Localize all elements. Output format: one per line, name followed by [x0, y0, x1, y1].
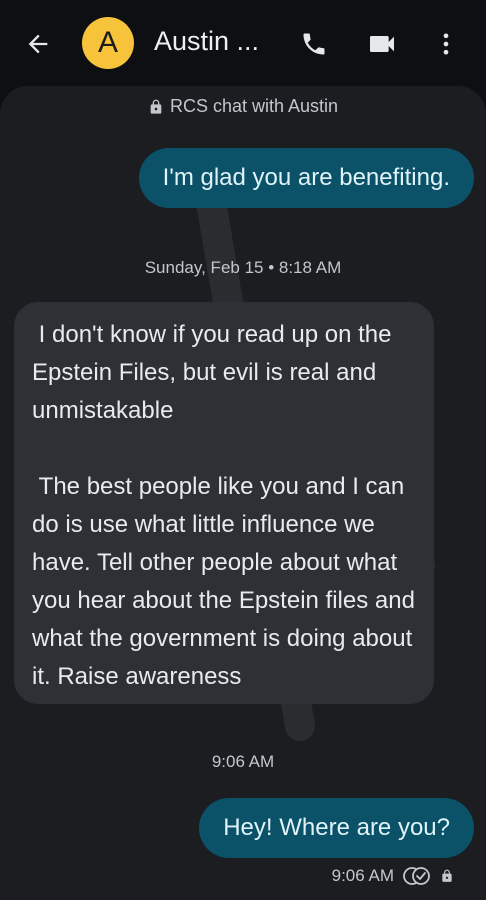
messaging-app: A Austin ... RCS chat with Austin I'm gl… — [0, 0, 486, 900]
contact-name[interactable]: Austin ... — [154, 26, 259, 57]
video-icon — [370, 36, 394, 52]
avatar-letter: A — [97, 26, 118, 59]
rcs-chat-notice: RCS chat with Austin — [0, 96, 486, 117]
message-bubble-outgoing[interactable]: Hey! Where are you? — [199, 798, 474, 858]
call-button[interactable] — [294, 24, 334, 64]
lock-icon — [150, 99, 162, 114]
message-bubble-outgoing[interactable]: I'm glad you are benefiting. — [138, 148, 474, 208]
back-button[interactable] — [18, 24, 58, 64]
message-status: 9:06 AM — [332, 866, 454, 886]
conversation-header: A Austin ... — [0, 0, 486, 86]
timestamp-divider: 9:06 AM — [211, 752, 275, 771]
more-vert-icon — [443, 33, 449, 55]
message-bubble-incoming[interactable]: I don't know if you read up on the Epste… — [14, 302, 434, 704]
more-options-button[interactable] — [426, 24, 466, 64]
video-call-button[interactable] — [362, 24, 402, 64]
back-arrow-icon — [28, 34, 48, 54]
conversation-panel[interactable]: RCS chat with Austin I'm glad you are be… — [0, 86, 486, 900]
sent-time: 9:06 AM — [331, 866, 394, 885]
timestamp-divider: Sunday, Feb 15 • 8:18 AM — [144, 258, 342, 277]
lock-icon — [442, 869, 452, 882]
rcs-notice-text: RCS chat with Austin — [169, 96, 339, 116]
read-receipt-icon — [403, 867, 430, 885]
phone-icon — [303, 33, 325, 55]
avatar[interactable]: A — [82, 17, 134, 69]
